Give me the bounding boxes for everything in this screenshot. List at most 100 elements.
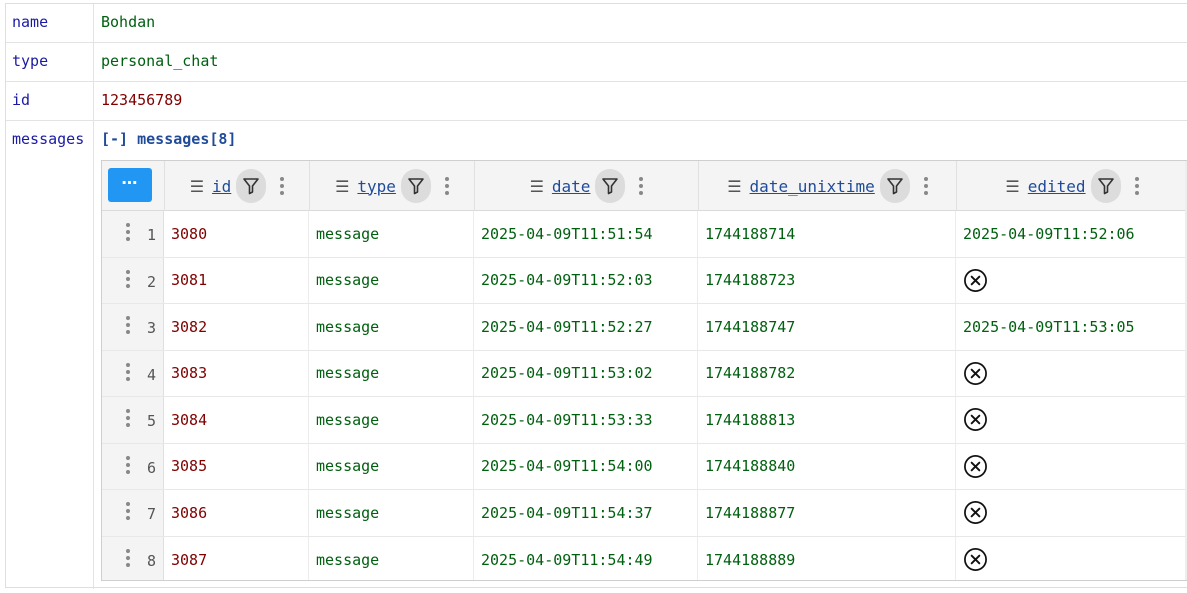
hamburger-icon[interactable]: ☰ xyxy=(727,177,741,196)
row-number: 6 xyxy=(146,458,156,477)
cell-date-unixtime[interactable]: 1744188877 xyxy=(698,490,956,536)
cell-date[interactable]: 2025-04-09T11:53:33 xyxy=(474,397,698,443)
row-gutter: 2 xyxy=(102,257,164,303)
cell-date-unixtime[interactable]: 1744188723 xyxy=(698,257,956,303)
cell-edited[interactable] xyxy=(956,443,1187,489)
vertical-dots-icon[interactable] xyxy=(126,316,130,334)
cell-date-unixtime[interactable]: 1744188747 xyxy=(698,304,956,350)
hamburger-icon[interactable]: ☰ xyxy=(190,177,204,196)
vertical-dots-icon[interactable] xyxy=(444,177,449,195)
row-number: 5 xyxy=(146,412,156,430)
messages-table: ⋯ ☰ id ☰ type ☰ date ☰ date_unixtime ☰ edited 1 30… xyxy=(101,160,1187,581)
vertical-dots-icon[interactable] xyxy=(126,362,130,381)
cell-edited[interactable] xyxy=(956,536,1187,580)
cell-edited[interactable]: 2025-04-09T11:52:06 xyxy=(956,211,1187,257)
vertical-dots-icon[interactable] xyxy=(923,177,928,195)
circle-x-icon xyxy=(963,500,988,525)
row-number: 8 xyxy=(146,551,156,570)
vertical-dots-icon[interactable] xyxy=(126,455,130,474)
cell-edited[interactable] xyxy=(956,490,1187,536)
row-gutter: 8 xyxy=(102,536,164,580)
circle-x-icon xyxy=(963,547,988,572)
vertical-dots-icon[interactable] xyxy=(126,409,130,427)
vertical-dots-icon[interactable] xyxy=(1134,177,1139,195)
vertical-dots-icon[interactable] xyxy=(639,177,644,195)
cell-date-unixtime[interactable]: 1744188714 xyxy=(698,211,956,257)
table-row[interactable]: 8 3087 message 2025-04-09T11:54:49 174418888… xyxy=(102,536,1187,580)
table-row[interactable]: 5 3084 message 2025-04-09T11:53:33 174418881… xyxy=(102,397,1187,444)
filter-icon[interactable] xyxy=(236,169,267,203)
row-gutter: 5 xyxy=(102,397,164,443)
cell-type[interactable]: message xyxy=(309,304,474,350)
filter-icon[interactable] xyxy=(1090,169,1121,203)
table-menu-button[interactable]: ⋯ xyxy=(108,168,152,202)
column-header-date: ☰ date xyxy=(474,161,698,211)
row-number: 7 xyxy=(146,505,156,523)
messages-value: [-] messages[8] ⋯ ☰ id ☰ type ☰ date ☰ date_uni… xyxy=(94,121,1187,589)
cell-type[interactable]: message xyxy=(309,397,474,443)
cell-date[interactable]: 2025-04-09T11:51:54 xyxy=(474,211,698,257)
filter-icon[interactable] xyxy=(879,169,910,203)
cell-date-unixtime[interactable]: 1744188782 xyxy=(698,350,956,396)
row-number: 3 xyxy=(146,319,156,337)
row-number: 1 xyxy=(146,226,156,244)
hamburger-icon[interactable]: ☰ xyxy=(335,177,349,196)
vertical-dots-icon[interactable] xyxy=(126,223,130,241)
cell-type[interactable]: message xyxy=(309,443,474,489)
column-title[interactable]: date xyxy=(552,177,591,196)
column-title[interactable]: edited xyxy=(1028,177,1086,196)
table-row[interactable]: 2 3081 message 2025-04-09T11:52:03 174418872… xyxy=(102,257,1187,304)
table-row[interactable]: 3 3082 message 2025-04-09T11:52:27 174418874… xyxy=(102,304,1187,351)
cell-id[interactable]: 3081 xyxy=(164,257,309,303)
cell-date-unixtime[interactable]: 1744188889 xyxy=(698,536,956,580)
cell-date[interactable]: 2025-04-09T11:54:00 xyxy=(474,443,698,489)
prop-value[interactable]: personal_chat xyxy=(94,43,1187,81)
column-title[interactable]: id xyxy=(212,177,231,196)
cell-date[interactable]: 2025-04-09T11:53:02 xyxy=(474,350,698,396)
cell-id[interactable]: 3083 xyxy=(164,350,309,396)
row-gutter: 4 xyxy=(102,350,164,396)
vertical-dots-icon[interactable] xyxy=(280,177,285,195)
cell-date[interactable]: 2025-04-09T11:52:03 xyxy=(474,257,698,303)
cell-id[interactable]: 3086 xyxy=(164,490,309,536)
cell-type[interactable]: message xyxy=(309,257,474,303)
cell-id[interactable]: 3085 xyxy=(164,443,309,489)
cell-id[interactable]: 3082 xyxy=(164,304,309,350)
column-header-id: ☰ id xyxy=(164,161,309,211)
prop-value[interactable]: Bohdan xyxy=(94,4,1187,42)
hamburger-icon[interactable]: ☰ xyxy=(530,177,544,196)
table-row[interactable]: 1 3080 message 2025-04-09T11:51:54 174418871… xyxy=(102,211,1187,258)
prop-row-id: id 123456789 xyxy=(6,82,1187,121)
cell-date-unixtime[interactable]: 1744188840 xyxy=(698,443,956,489)
column-title[interactable]: type xyxy=(357,177,396,196)
vertical-dots-icon[interactable] xyxy=(126,502,130,520)
cell-edited[interactable] xyxy=(956,350,1187,396)
filter-icon[interactable] xyxy=(595,169,626,203)
messages-collapse-toggle[interactable]: [-] messages[8] xyxy=(101,130,236,148)
cell-type[interactable]: message xyxy=(309,350,474,396)
row-gutter: 6 xyxy=(102,443,164,489)
vertical-dots-icon[interactable] xyxy=(126,269,130,288)
vertical-dots-icon[interactable] xyxy=(126,548,130,567)
table-row[interactable]: 4 3083 message 2025-04-09T11:53:02 174418878… xyxy=(102,350,1187,397)
table-row[interactable]: 6 3085 message 2025-04-09T11:54:00 174418884… xyxy=(102,443,1187,490)
cell-edited[interactable]: 2025-04-09T11:53:05 xyxy=(956,304,1187,350)
cell-date[interactable]: 2025-04-09T11:54:37 xyxy=(474,490,698,536)
cell-id[interactable]: 3080 xyxy=(164,211,309,257)
cell-id[interactable]: 3084 xyxy=(164,397,309,443)
cell-edited[interactable] xyxy=(956,397,1187,443)
prop-value[interactable]: 123456789 xyxy=(94,82,1187,120)
cell-type[interactable]: message xyxy=(309,211,474,257)
cell-id[interactable]: 3087 xyxy=(164,536,309,580)
cell-date[interactable]: 2025-04-09T11:54:49 xyxy=(474,536,698,580)
cell-edited[interactable] xyxy=(956,257,1187,303)
column-title[interactable]: date_unixtime xyxy=(750,177,875,196)
cell-date[interactable]: 2025-04-09T11:52:27 xyxy=(474,304,698,350)
hamburger-icon[interactable]: ☰ xyxy=(1005,177,1019,196)
cell-type[interactable]: message xyxy=(309,490,474,536)
table-row[interactable]: 7 3086 message 2025-04-09T11:54:37 174418887… xyxy=(102,490,1187,537)
cell-type[interactable]: message xyxy=(309,536,474,580)
filter-icon[interactable] xyxy=(400,169,431,203)
cell-date-unixtime[interactable]: 1744188813 xyxy=(698,397,956,443)
json-viewer: name Bohdan type personal_chat id 123456… xyxy=(5,3,1187,589)
